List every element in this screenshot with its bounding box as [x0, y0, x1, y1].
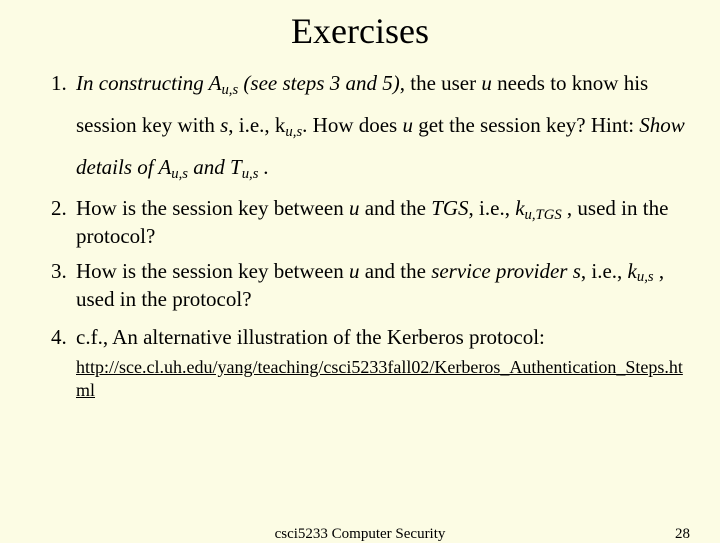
text: and the	[359, 196, 431, 220]
exercise-item-1: In constructing Au,s (see steps 3 and 5)…	[72, 62, 690, 188]
subscript: u,s	[171, 166, 188, 182]
subscript: u,s	[637, 269, 654, 285]
text: How is the session key between	[76, 259, 349, 283]
exercise-list: In constructing Au,s (see steps 3 and 5)…	[30, 62, 690, 403]
text: u	[349, 259, 360, 283]
text: u	[481, 71, 492, 95]
text: , i.e., k	[228, 113, 285, 137]
text: u	[402, 113, 413, 137]
exercise-item-2: How is the session key between u and the…	[72, 194, 690, 251]
text: get the session key? Hint:	[413, 113, 639, 137]
text: , i.e.,	[581, 259, 628, 283]
footer-course: csci5233 Computer Security	[0, 526, 720, 543]
text: k	[628, 259, 637, 283]
text: and the	[359, 259, 431, 283]
text: , the user	[400, 71, 482, 95]
slide-title: Exercises	[30, 10, 690, 52]
text: How is the session key between	[76, 196, 349, 220]
text: TGS	[431, 196, 468, 220]
text: . How does	[302, 113, 402, 137]
footer-page-number: 28	[675, 526, 690, 543]
text: u	[349, 196, 360, 220]
exercise-item-4: c.f., An alternative illustration of the…	[72, 323, 690, 402]
subscript: u,s	[221, 82, 238, 98]
text: c.f., An alternative illustration of the…	[76, 325, 545, 349]
subscript: u,s	[242, 166, 259, 182]
subscript: u,s	[285, 124, 302, 140]
subscript: u,TGS	[525, 207, 562, 223]
text: and T	[188, 155, 242, 179]
reference-link[interactable]: http://sce.cl.uh.edu/yang/teaching/csci5…	[76, 356, 690, 403]
text: service provider s	[431, 259, 581, 283]
text: , i.e.,	[469, 196, 516, 220]
text: k	[515, 196, 524, 220]
text: In constructing A	[76, 71, 221, 95]
exercise-item-3: How is the session key between u and the…	[72, 257, 690, 314]
text: (see steps 3 and 5)	[238, 71, 400, 95]
text: .	[258, 155, 269, 179]
